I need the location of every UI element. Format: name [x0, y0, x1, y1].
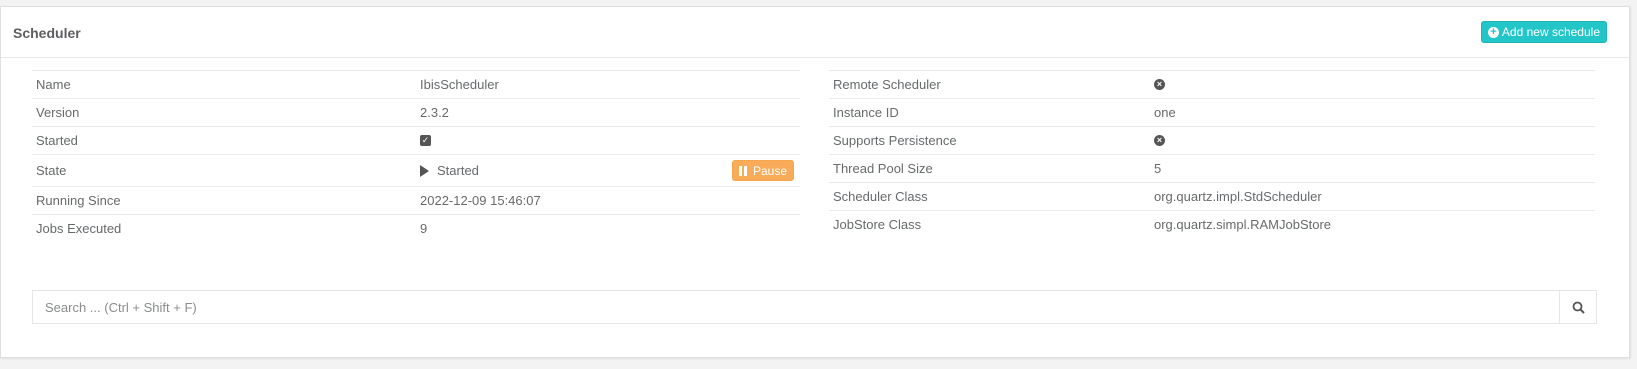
row-label: Scheduler Class: [833, 189, 928, 204]
row-label: Jobs Executed: [36, 221, 122, 236]
row-label: Version: [36, 105, 80, 120]
pause-button[interactable]: Pause: [731, 160, 794, 181]
plus-circle-icon: +: [1487, 26, 1499, 38]
table-row-version: Version 2.3.2: [32, 98, 800, 126]
table-row-thread-pool-size: Thread Pool Size 5: [829, 154, 1595, 182]
row-value: 9: [420, 221, 428, 236]
row-label: Thread Pool Size: [833, 161, 933, 176]
row-label: Remote Scheduler: [833, 77, 941, 92]
add-new-schedule-label: Add new schedule: [1501, 25, 1600, 39]
panel-title: Scheduler: [13, 25, 81, 41]
table-row-running-since: Running Since 2022-12-09 15:46:07: [32, 186, 800, 214]
table-row-scheduler-class: Scheduler Class org.quartz.impl.StdSched…: [829, 182, 1595, 210]
row-value: 2022-12-09 15:46:07: [420, 193, 541, 208]
check-square-icon: ✓: [420, 135, 431, 146]
row-value: one: [1154, 105, 1176, 120]
times-circle-icon: ×: [1154, 79, 1165, 90]
row-value: 2.3.2: [420, 105, 449, 120]
row-value: org.quartz.simpl.RAMJobStore: [1154, 217, 1332, 232]
table-row-state: State Started Pause: [32, 154, 800, 186]
table-row-supports-persistence: Supports Persistence ×: [829, 126, 1595, 154]
times-circle-icon: ×: [1154, 135, 1165, 146]
table-row-remote-scheduler: Remote Scheduler ×: [829, 70, 1595, 98]
row-value: Started: [437, 163, 479, 178]
play-icon: [420, 164, 429, 177]
scheduler-info-table-left: Name IbisScheduler Version 2.3.2 Started…: [32, 70, 800, 242]
search-button[interactable]: [1559, 291, 1596, 323]
panel-header: Scheduler + Add new schedule: [1, 7, 1629, 58]
scheduler-info-table-right: Remote Scheduler × Instance ID one Suppo…: [829, 70, 1595, 238]
pause-icon: [738, 165, 747, 176]
table-row-jobs-executed: Jobs Executed 9: [32, 214, 800, 242]
pause-button-label: Pause: [752, 163, 787, 178]
row-label: Name: [36, 77, 71, 92]
row-label: JobStore Class: [833, 217, 922, 232]
row-label: Running Since: [36, 193, 121, 208]
search-icon: [1572, 301, 1585, 314]
row-label: State: [36, 163, 67, 178]
row-label: Supports Persistence: [833, 133, 957, 148]
search-bar: [32, 290, 1597, 324]
row-value: IbisScheduler: [420, 77, 499, 92]
table-row-started: Started ✓: [32, 126, 800, 154]
row-value: org.quartz.impl.StdScheduler: [1154, 189, 1322, 204]
table-row-jobstore-class: JobStore Class org.quartz.simpl.RAMJobSt…: [829, 210, 1595, 238]
table-row-name: Name IbisScheduler: [32, 70, 800, 98]
row-label: Started: [36, 133, 78, 148]
row-value: 5: [1154, 161, 1162, 176]
search-input[interactable]: [33, 291, 1559, 323]
row-label: Instance ID: [833, 105, 899, 120]
table-row-instance-id: Instance ID one: [829, 98, 1595, 126]
add-new-schedule-button[interactable]: + Add new schedule: [1480, 21, 1607, 43]
